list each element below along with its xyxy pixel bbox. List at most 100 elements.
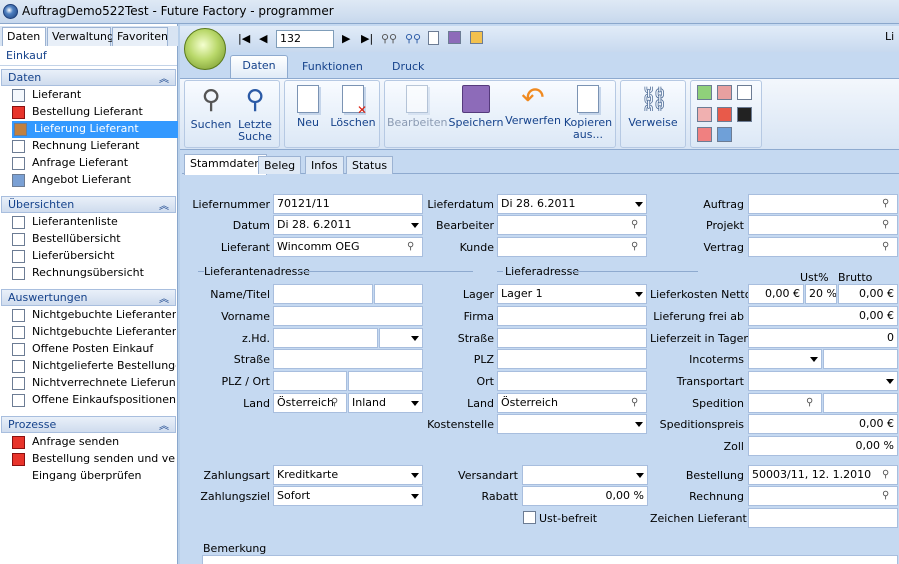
- speditionspreis-field[interactable]: 0,00 €: [748, 414, 898, 434]
- app-menu-orb-icon[interactable]: [184, 28, 226, 70]
- zeichen-lieferant-field[interactable]: [748, 508, 898, 528]
- grid-icon[interactable]: [737, 85, 752, 100]
- lieferkosten-netto-field[interactable]: 0,00 €: [748, 284, 804, 304]
- titel-field[interactable]: [374, 284, 423, 304]
- nav-item-bestelluebersicht[interactable]: Bestellübersicht: [10, 231, 176, 248]
- search-icon[interactable]: ⚲: [631, 241, 643, 253]
- dropdown-arrow-icon[interactable]: [411, 473, 419, 478]
- verweise-button[interactable]: ⛓ Verweise: [623, 81, 683, 147]
- kunde-field[interactable]: ⚲: [497, 237, 647, 257]
- lieferant-field[interactable]: Wincomm OEG ⚲: [273, 237, 423, 257]
- nav-tab-favoriten[interactable]: Favoriten: [112, 27, 168, 46]
- bearbeiten-button[interactable]: Bearbeiten: [387, 81, 447, 147]
- nav-item-report-4[interactable]: Nichtgelieferte Bestellungen: [10, 358, 176, 375]
- last-record-icon[interactable]: ▶|: [361, 32, 373, 45]
- dropdown-arrow-icon[interactable]: [635, 202, 643, 207]
- search-icon[interactable]: ⚲: [631, 397, 643, 409]
- ust-befreit-checkbox[interactable]: [523, 511, 536, 524]
- vorname-field[interactable]: [273, 306, 423, 326]
- strasse-field[interactable]: [273, 349, 423, 369]
- incoterms-select[interactable]: [748, 349, 822, 369]
- incoterms-text-field[interactable]: [823, 349, 898, 369]
- bemerkung-textarea[interactable]: [202, 555, 898, 564]
- bearbeiter-field[interactable]: ⚲: [497, 215, 647, 235]
- zahlungsziel-select[interactable]: Sofort: [273, 486, 423, 506]
- firma-field[interactable]: [497, 306, 647, 326]
- search-icon[interactable]: ⚲: [882, 469, 894, 481]
- transportart-select[interactable]: [748, 371, 898, 391]
- search-icon[interactable]: ⚲: [882, 490, 894, 502]
- form-tab-stammdaten[interactable]: Stammdaten: [184, 154, 268, 175]
- collapse-icon[interactable]: ︽: [159, 290, 169, 305]
- nav-item-lieferantenliste[interactable]: Lieferantenliste: [10, 214, 176, 231]
- nav-item-rechnungsuebersicht[interactable]: Rechnungsübersicht: [10, 265, 176, 282]
- prev-record-icon[interactable]: ◀: [259, 32, 267, 45]
- region-select[interactable]: Inland: [348, 393, 423, 413]
- nav-item-rechnung-lieferant[interactable]: Rechnung Lieferant: [10, 138, 176, 155]
- search-icon[interactable]: ⚲: [882, 241, 894, 253]
- land-2-field[interactable]: Österreich ⚲: [497, 393, 647, 413]
- nav-item-report-3[interactable]: Offene Posten Einkauf: [10, 341, 176, 358]
- speichern-button[interactable]: Speichern: [447, 81, 505, 147]
- ort-2-field[interactable]: [497, 371, 647, 391]
- plz-field[interactable]: [273, 371, 347, 391]
- zahlungsart-select[interactable]: Kreditkarte: [273, 465, 423, 485]
- form-tab-status[interactable]: Status: [346, 156, 394, 174]
- kopieren-aus-button[interactable]: Kopieren aus...: [561, 81, 615, 147]
- delete-doc-icon[interactable]: [697, 107, 712, 122]
- vertrag-field[interactable]: ⚲: [748, 237, 898, 257]
- liefernummer-field[interactable]: 70121/11: [273, 194, 423, 214]
- lieferung-frei-ab-field[interactable]: 0,00 €: [748, 306, 898, 326]
- kostenstelle-select[interactable]: [497, 414, 647, 434]
- suchen-button[interactable]: ⚲ Suchen: [189, 81, 233, 147]
- record-number-input[interactable]: 132: [276, 30, 334, 48]
- nav-item-liefeuebersicht[interactable]: Lieferübersicht: [10, 248, 176, 265]
- search-icon[interactable]: ⚲: [882, 198, 894, 210]
- nav-item-anfrage-senden[interactable]: Anfrage senden: [10, 434, 176, 451]
- lieferdatum-field[interactable]: Di 28. 6.2011: [497, 194, 647, 214]
- lager-select[interactable]: Lager 1: [497, 284, 647, 304]
- verwerfen-button[interactable]: ↶ Verwerfen: [505, 81, 561, 147]
- ribbon-tab-druck[interactable]: Druck: [382, 57, 434, 77]
- lieferzeit-field[interactable]: 0: [748, 328, 898, 348]
- dropdown-arrow-icon[interactable]: [886, 379, 894, 384]
- nav-item-bestellung-lieferant[interactable]: Bestellung Lieferant: [10, 104, 176, 121]
- dropdown-arrow-icon[interactable]: [810, 357, 818, 362]
- next-record-icon[interactable]: ▶: [342, 32, 350, 45]
- lieferkosten-ust-field[interactable]: 20 %: [805, 284, 837, 304]
- collapse-icon[interactable]: ︽: [159, 197, 169, 212]
- nav-item-angebot-lieferant[interactable]: Angebot Lieferant: [10, 172, 176, 189]
- dropdown-arrow-icon[interactable]: [411, 336, 419, 341]
- section-header-prozesse[interactable]: Prozesse ︽: [1, 416, 176, 433]
- section-header-daten[interactable]: Daten ︽: [1, 69, 176, 86]
- search-icon[interactable]: ⚲: [407, 241, 419, 253]
- letzte-suche-button[interactable]: ⚲ Letzte Suche: [235, 81, 275, 147]
- dropdown-arrow-icon[interactable]: [635, 292, 643, 297]
- ribbon-tab-funktionen[interactable]: Funktionen: [292, 57, 373, 77]
- loeschen-button[interactable]: ✕ Löschen: [329, 81, 377, 147]
- form-tab-infos[interactable]: Infos: [305, 156, 344, 174]
- search-icon[interactable]: ⚲: [631, 219, 643, 231]
- dropdown-arrow-icon[interactable]: [411, 401, 419, 406]
- ort-field[interactable]: [348, 371, 423, 391]
- auftrag-field[interactable]: ⚲: [748, 194, 898, 214]
- nav-item-bestellung-senden[interactable]: Bestellung senden und verb...: [10, 451, 176, 468]
- rechnung-field[interactable]: ⚲: [748, 486, 898, 506]
- bestellung-field[interactable]: 50003/11, 12. 1.2010 ⚲: [748, 465, 898, 485]
- versandart-select[interactable]: [522, 465, 648, 485]
- search-icon[interactable]: ⚲: [331, 397, 343, 409]
- datum-field[interactable]: Di 28. 6.2011: [273, 215, 423, 235]
- nav-item-lieferung-lieferant[interactable]: Lieferung Lieferant: [12, 121, 178, 138]
- search-icon[interactable]: ⚲⚲: [381, 32, 397, 45]
- lieferkosten-brutto-field[interactable]: 0,00 €: [838, 284, 898, 304]
- search-icon[interactable]: ⚲: [806, 397, 818, 409]
- ribbon-tab-daten[interactable]: Daten: [230, 55, 288, 79]
- check-doc-icon[interactable]: [697, 85, 712, 100]
- nav-item-report-1[interactable]: Nichtgebuchte Lieferantenb...: [10, 307, 176, 324]
- spedition-field[interactable]: ⚲: [748, 393, 822, 413]
- edit-icon[interactable]: [470, 31, 483, 44]
- nav-item-eingang-pruefen[interactable]: Eingang überprüfen: [10, 468, 176, 485]
- section-header-auswertungen[interactable]: Auswertungen ︽: [1, 289, 176, 306]
- collapse-icon[interactable]: ︽: [159, 70, 169, 85]
- strasse-2-field[interactable]: [497, 328, 647, 348]
